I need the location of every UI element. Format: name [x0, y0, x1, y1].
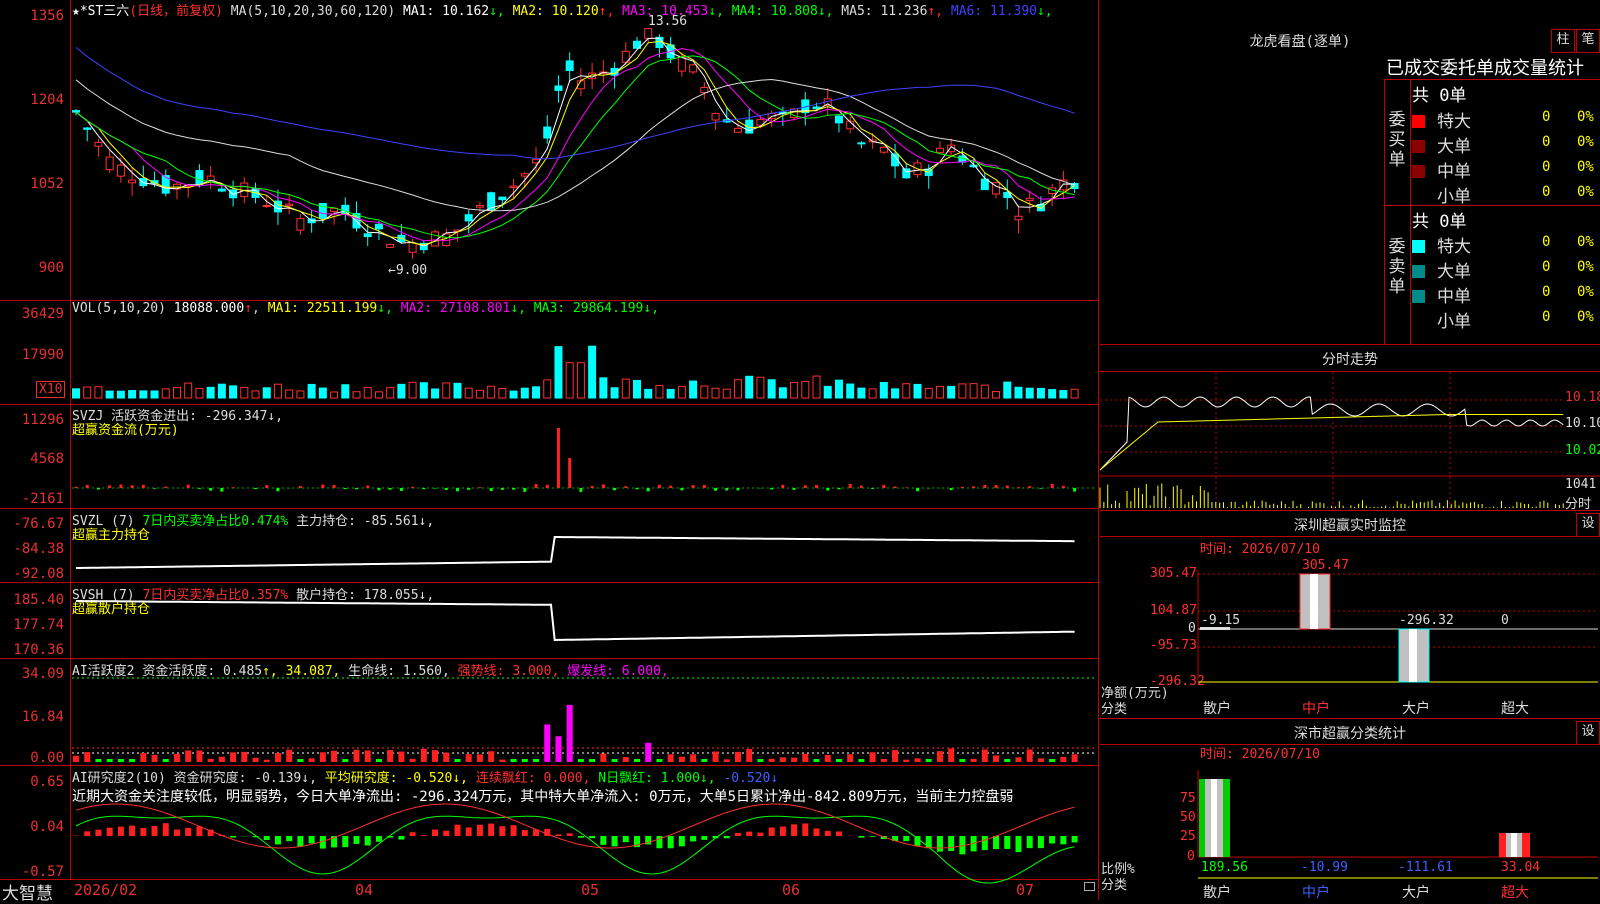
- sz-class-value: 33.04: [1501, 860, 1540, 875]
- sz-class-unit: 分类: [1101, 874, 1127, 893]
- sz-class-value: -10.99: [1301, 860, 1348, 875]
- sz-class-value: -111.61: [1398, 860, 1453, 875]
- sz-class-category: 超大: [1501, 882, 1529, 902]
- sz-class-category: 大户: [1402, 882, 1430, 902]
- sz-class-category: 散户: [1203, 882, 1231, 902]
- retail-class-bar-highlight: [1211, 779, 1217, 857]
- sz-class-value: 189.56: [1201, 860, 1248, 875]
- sz-class-category: 中户: [1302, 882, 1330, 902]
- super-class-bar-highlight: [1511, 833, 1517, 857]
- sz-class-chart: [0, 0, 1600, 900]
